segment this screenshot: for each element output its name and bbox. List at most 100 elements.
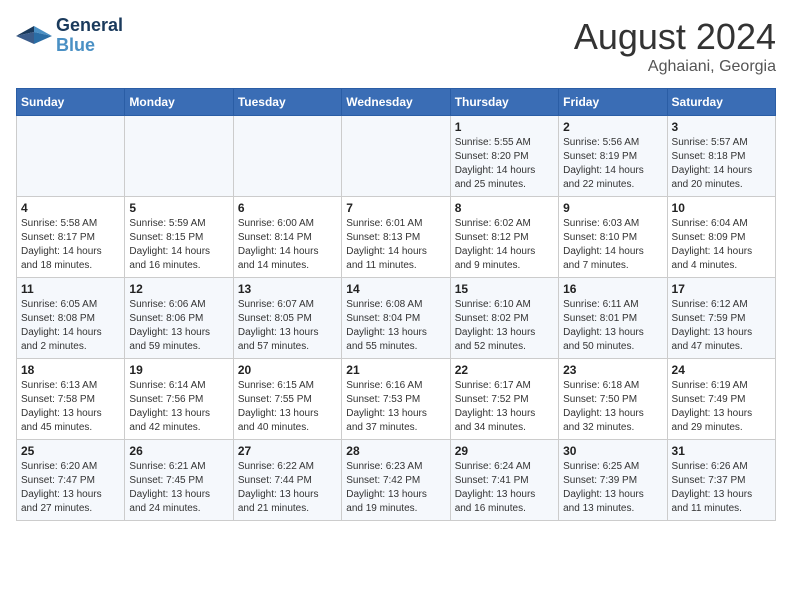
- day-number: 1: [455, 120, 554, 134]
- day-info: Sunrise: 6:16 AM Sunset: 7:53 PM Dayligh…: [346, 379, 445, 435]
- calendar-cell: 18 Sunrise: 6:13 AM Sunset: 7:58 PM Dayli…: [17, 359, 125, 440]
- day-number: 11: [21, 282, 120, 296]
- day-number: 2: [563, 120, 662, 134]
- page-header: GeneralBlue August 2024 Aghaiani, Georgi…: [16, 16, 776, 76]
- day-info: Sunrise: 6:22 AM Sunset: 7:44 PM Dayligh…: [238, 460, 337, 516]
- calendar-week-row: 25 Sunrise: 6:20 AM Sunset: 7:47 PM Dayli…: [17, 440, 776, 521]
- calendar-cell: [17, 116, 125, 197]
- day-number: 5: [129, 201, 228, 215]
- logo-text: GeneralBlue: [56, 16, 123, 56]
- day-number: 7: [346, 201, 445, 215]
- day-number: 31: [672, 444, 771, 458]
- day-number: 15: [455, 282, 554, 296]
- calendar-week-row: 4Sunrise: 5:58 AM Sunset: 8:17 PM Daylig…: [17, 197, 776, 278]
- day-header-tuesday: Tuesday: [233, 89, 341, 116]
- calendar-cell: 20 Sunrise: 6:15 AM Sunset: 7:55 PM Dayli…: [233, 359, 341, 440]
- day-info: Sunrise: 6:12 AM Sunset: 7:59 PM Dayligh…: [672, 298, 771, 354]
- calendar-cell: [233, 116, 341, 197]
- day-info: Sunrise: 5:59 AM Sunset: 8:15 PM Dayligh…: [129, 217, 228, 273]
- day-info: Sunrise: 6:14 AM Sunset: 7:56 PM Dayligh…: [129, 379, 228, 435]
- day-info: Sunrise: 6:05 AM Sunset: 8:08 PM Dayligh…: [21, 298, 120, 354]
- calendar-cell: 5 Sunrise: 5:59 AM Sunset: 8:15 PM Daylig…: [125, 197, 233, 278]
- day-header-thursday: Thursday: [450, 89, 558, 116]
- calendar-cell: 7 Sunrise: 6:01 AM Sunset: 8:13 PM Daylig…: [342, 197, 450, 278]
- day-number: 17: [672, 282, 771, 296]
- day-info: Sunrise: 6:06 AM Sunset: 8:06 PM Dayligh…: [129, 298, 228, 354]
- calendar-cell: 4Sunrise: 5:58 AM Sunset: 8:17 PM Daylig…: [17, 197, 125, 278]
- day-info: Sunrise: 6:17 AM Sunset: 7:52 PM Dayligh…: [455, 379, 554, 435]
- day-info: Sunrise: 6:07 AM Sunset: 8:05 PM Dayligh…: [238, 298, 337, 354]
- calendar-cell: 9 Sunrise: 6:03 AM Sunset: 8:10 PM Daylig…: [559, 197, 667, 278]
- calendar-cell: 24Sunrise: 6:19 AM Sunset: 7:49 PM Dayli…: [667, 359, 775, 440]
- day-number: 10: [672, 201, 771, 215]
- day-number: 27: [238, 444, 337, 458]
- calendar-cell: 22Sunrise: 6:17 AM Sunset: 7:52 PM Dayli…: [450, 359, 558, 440]
- day-number: 3: [672, 120, 771, 134]
- day-number: 30: [563, 444, 662, 458]
- calendar-cell: 14 Sunrise: 6:08 AM Sunset: 8:04 PM Dayli…: [342, 278, 450, 359]
- day-info: Sunrise: 6:02 AM Sunset: 8:12 PM Dayligh…: [455, 217, 554, 273]
- day-number: 14: [346, 282, 445, 296]
- calendar-cell: 27 Sunrise: 6:22 AM Sunset: 7:44 PM Dayli…: [233, 440, 341, 521]
- day-number: 4: [21, 201, 120, 215]
- day-info: Sunrise: 6:23 AM Sunset: 7:42 PM Dayligh…: [346, 460, 445, 516]
- day-number: 9: [563, 201, 662, 215]
- day-number: 16: [563, 282, 662, 296]
- calendar-cell: 8 Sunrise: 6:02 AM Sunset: 8:12 PM Daylig…: [450, 197, 558, 278]
- calendar-cell: 25 Sunrise: 6:20 AM Sunset: 7:47 PM Dayli…: [17, 440, 125, 521]
- day-info: Sunrise: 6:03 AM Sunset: 8:10 PM Dayligh…: [563, 217, 662, 273]
- day-info: Sunrise: 5:57 AM Sunset: 8:18 PM Dayligh…: [672, 136, 771, 192]
- calendar-cell: 2 Sunrise: 5:56 AM Sunset: 8:19 PM Daylig…: [559, 116, 667, 197]
- calendar-cell: [342, 116, 450, 197]
- day-number: 8: [455, 201, 554, 215]
- calendar-cell: 28 Sunrise: 6:23 AM Sunset: 7:42 PM Dayli…: [342, 440, 450, 521]
- calendar-cell: 11 Sunrise: 6:05 AM Sunset: 8:08 PM Dayli…: [17, 278, 125, 359]
- day-info: Sunrise: 6:10 AM Sunset: 8:02 PM Dayligh…: [455, 298, 554, 354]
- day-info: Sunrise: 6:08 AM Sunset: 8:04 PM Dayligh…: [346, 298, 445, 354]
- calendar-cell: 26 Sunrise: 6:21 AM Sunset: 7:45 PM Dayli…: [125, 440, 233, 521]
- calendar-cell: [125, 116, 233, 197]
- day-number: 29: [455, 444, 554, 458]
- day-number: 6: [238, 201, 337, 215]
- day-header-friday: Friday: [559, 89, 667, 116]
- calendar-week-row: 11 Sunrise: 6:05 AM Sunset: 8:08 PM Dayli…: [17, 278, 776, 359]
- logo-bird-icon: [16, 22, 52, 50]
- calendar-cell: 21 Sunrise: 6:16 AM Sunset: 7:53 PM Dayli…: [342, 359, 450, 440]
- calendar-cell: 29 Sunrise: 6:24 AM Sunset: 7:41 PM Dayli…: [450, 440, 558, 521]
- day-number: 25: [21, 444, 120, 458]
- day-info: Sunrise: 6:13 AM Sunset: 7:58 PM Dayligh…: [21, 379, 120, 435]
- day-info: Sunrise: 5:56 AM Sunset: 8:19 PM Dayligh…: [563, 136, 662, 192]
- calendar-cell: 16 Sunrise: 6:11 AM Sunset: 8:01 PM Dayli…: [559, 278, 667, 359]
- day-info: Sunrise: 5:55 AM Sunset: 8:20 PM Dayligh…: [455, 136, 554, 192]
- day-info: Sunrise: 6:00 AM Sunset: 8:14 PM Dayligh…: [238, 217, 337, 273]
- day-header-monday: Monday: [125, 89, 233, 116]
- day-number: 18: [21, 363, 120, 377]
- calendar-cell: 31Sunrise: 6:26 AM Sunset: 7:37 PM Dayli…: [667, 440, 775, 521]
- day-number: 28: [346, 444, 445, 458]
- day-info: Sunrise: 6:21 AM Sunset: 7:45 PM Dayligh…: [129, 460, 228, 516]
- day-info: Sunrise: 6:18 AM Sunset: 7:50 PM Dayligh…: [563, 379, 662, 435]
- day-info: Sunrise: 6:15 AM Sunset: 7:55 PM Dayligh…: [238, 379, 337, 435]
- day-info: Sunrise: 6:11 AM Sunset: 8:01 PM Dayligh…: [563, 298, 662, 354]
- day-info: Sunrise: 6:01 AM Sunset: 8:13 PM Dayligh…: [346, 217, 445, 273]
- calendar-cell: 15 Sunrise: 6:10 AM Sunset: 8:02 PM Dayli…: [450, 278, 558, 359]
- day-number: 12: [129, 282, 228, 296]
- calendar-week-row: 1 Sunrise: 5:55 AM Sunset: 8:20 PM Daylig…: [17, 116, 776, 197]
- calendar-cell: 10Sunrise: 6:04 AM Sunset: 8:09 PM Dayli…: [667, 197, 775, 278]
- day-number: 20: [238, 363, 337, 377]
- day-header-saturday: Saturday: [667, 89, 775, 116]
- day-number: 21: [346, 363, 445, 377]
- calendar-cell: 30 Sunrise: 6:25 AM Sunset: 7:39 PM Dayli…: [559, 440, 667, 521]
- day-info: Sunrise: 6:24 AM Sunset: 7:41 PM Dayligh…: [455, 460, 554, 516]
- day-info: Sunrise: 6:20 AM Sunset: 7:47 PM Dayligh…: [21, 460, 120, 516]
- day-number: 23: [563, 363, 662, 377]
- title-block: August 2024 Aghaiani, Georgia: [574, 16, 776, 76]
- logo-name: GeneralBlue: [56, 16, 123, 56]
- calendar-header-row: SundayMondayTuesdayWednesdayThursdayFrid…: [17, 89, 776, 116]
- day-number: 13: [238, 282, 337, 296]
- calendar-cell: 13 Sunrise: 6:07 AM Sunset: 8:05 PM Dayli…: [233, 278, 341, 359]
- calendar-cell: 6 Sunrise: 6:00 AM Sunset: 8:14 PM Daylig…: [233, 197, 341, 278]
- day-info: Sunrise: 6:25 AM Sunset: 7:39 PM Dayligh…: [563, 460, 662, 516]
- day-number: 26: [129, 444, 228, 458]
- calendar-cell: 1 Sunrise: 5:55 AM Sunset: 8:20 PM Daylig…: [450, 116, 558, 197]
